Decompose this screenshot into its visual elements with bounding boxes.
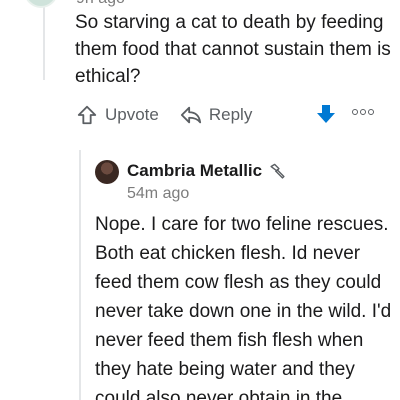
avatar[interactable] (24, 0, 58, 8)
comment-body: So starving a cat to death by feeding th… (75, 12, 391, 87)
avatar[interactable] (95, 160, 119, 184)
reply-label: Reply (208, 105, 253, 124)
comment-timestamp: 54m ago (127, 185, 190, 202)
author-name: Cambria Metallic (127, 161, 263, 180)
comment-body: Nope. I care for two feline rescues. Bot… (95, 214, 392, 400)
upvote-arrow-icon (77, 105, 97, 125)
thread-line[interactable] (43, 0, 45, 80)
upvote-button[interactable]: Upvote (76, 104, 159, 126)
comment-actions: Upvote Reply (76, 100, 388, 130)
comment-author[interactable]: Cambria Metallic (127, 161, 286, 181)
upvote-label: Upvote (105, 105, 159, 124)
reply-button[interactable]: Reply (180, 104, 252, 126)
more-options-button[interactable] (352, 109, 374, 115)
more-dot-icon (368, 109, 374, 115)
downvote-button[interactable] (314, 102, 338, 131)
thread-line[interactable] (79, 150, 81, 400)
more-dot-icon (360, 109, 366, 115)
more-dot-icon (352, 109, 358, 115)
reply-arrow-icon (180, 106, 201, 124)
comment-timestamp: 9h ago (76, 0, 125, 8)
downvote-arrow-icon (317, 105, 335, 123)
hammer-icon (270, 163, 285, 179)
